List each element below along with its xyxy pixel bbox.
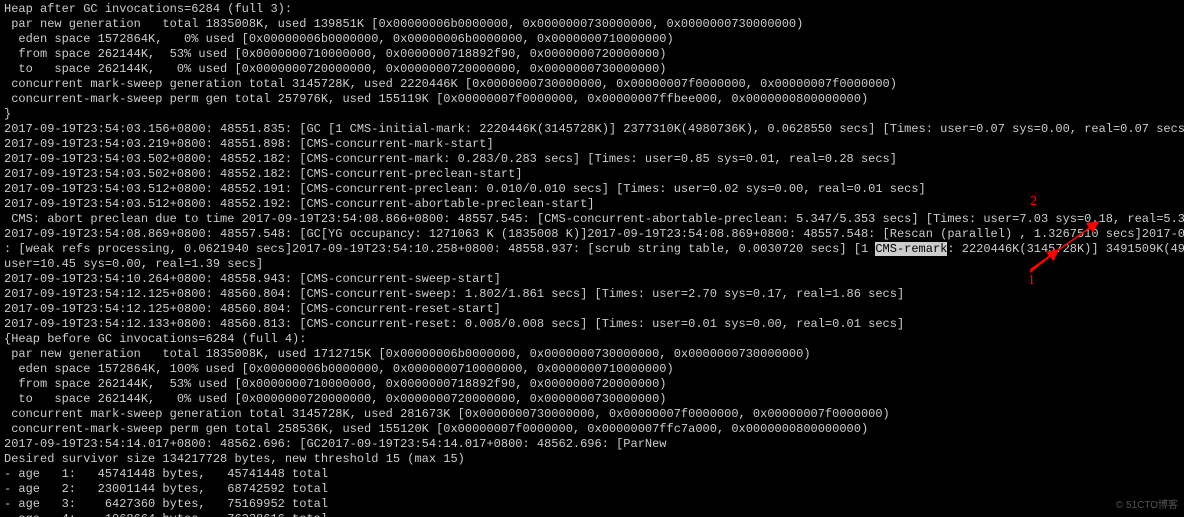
watermark: © 51CTO博客: [1116, 498, 1178, 513]
gc-log-output: Heap after GC invocations=6284 (full 3):…: [0, 0, 1184, 517]
highlight-cms-remark: CMS-remark: [875, 242, 947, 256]
